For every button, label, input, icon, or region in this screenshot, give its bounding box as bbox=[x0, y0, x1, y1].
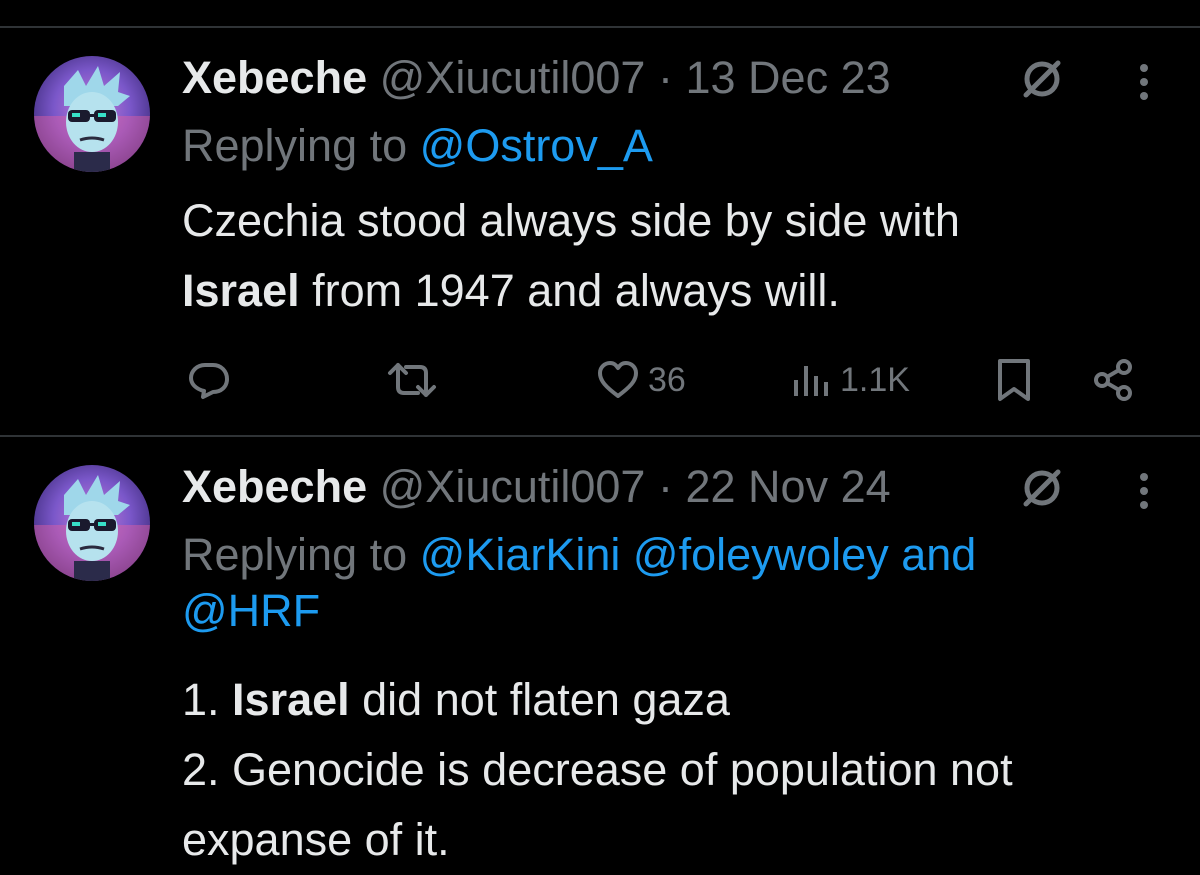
separator-dot: · bbox=[657, 52, 673, 103]
text-span: from 1947 and always will. bbox=[299, 265, 840, 316]
replying-prefix: Replying to bbox=[182, 120, 420, 171]
share-icon bbox=[1094, 359, 1132, 401]
replying-to: Replying to @Ostrov_A bbox=[182, 118, 653, 174]
like-count: 36 bbox=[648, 360, 686, 399]
avatar[interactable] bbox=[34, 465, 150, 581]
tweet-text-line: Israel from 1947 and always will. bbox=[182, 256, 1172, 326]
bold-text: Israel bbox=[232, 674, 350, 725]
like-button[interactable]: 36 bbox=[596, 350, 686, 410]
separator-dot: · bbox=[657, 461, 673, 512]
tweet-2[interactable]: Xebeche @Xiucutil007 · 22 Nov 24 Replyin… bbox=[0, 437, 1200, 871]
replying-prefix: Replying to bbox=[182, 529, 420, 580]
retweet-button[interactable] bbox=[386, 350, 438, 410]
more-options-icon[interactable] bbox=[1124, 58, 1164, 102]
timestamp[interactable]: 22 Nov 24 bbox=[685, 461, 890, 512]
user-handle[interactable]: @Xiucutil007 bbox=[380, 461, 646, 512]
mention-link[interactable]: @Ostrov_A bbox=[420, 120, 653, 171]
mention-link[interactable]: @foleywoley bbox=[633, 529, 889, 580]
mention-link[interactable]: @KiarKini bbox=[420, 529, 621, 580]
action-bar: 36 1.1K bbox=[0, 350, 1200, 410]
user-handle[interactable]: @Xiucutil007 bbox=[380, 52, 646, 103]
muted-conversation-icon bbox=[1020, 466, 1064, 510]
tweet-text-line: expanse of it. bbox=[182, 814, 450, 865]
display-name[interactable]: Xebeche bbox=[182, 461, 367, 512]
text-span: 1. bbox=[182, 674, 233, 725]
heart-icon bbox=[598, 361, 638, 398]
bookmark-button[interactable] bbox=[996, 350, 1032, 410]
mention-joiner: and bbox=[888, 529, 977, 580]
tweet-text: 1. Israel did not flaten gaza 2. Genocid… bbox=[182, 665, 1172, 875]
avatar[interactable] bbox=[34, 56, 150, 172]
muted-conversation-icon bbox=[1020, 57, 1064, 101]
bold-text: Israel bbox=[182, 265, 300, 316]
more-options-icon[interactable] bbox=[1124, 467, 1164, 511]
view-count: 1.1K bbox=[840, 360, 910, 399]
tweet-text-line: 1. Israel did not flaten gaza bbox=[182, 665, 1172, 735]
tweet-header: Xebeche @Xiucutil007 · 22 Nov 24 bbox=[182, 459, 891, 515]
mention-link[interactable]: @HRF bbox=[182, 585, 320, 636]
views-button[interactable]: 1.1K bbox=[790, 350, 910, 410]
retweet-icon bbox=[388, 363, 436, 397]
tweet-1[interactable]: Xebeche @Xiucutil007 · 13 Dec 23 Replyin… bbox=[0, 28, 1200, 435]
views-icon bbox=[794, 366, 828, 396]
bookmark-icon bbox=[998, 359, 1030, 401]
share-button[interactable] bbox=[1090, 350, 1136, 410]
reply-button[interactable] bbox=[186, 350, 232, 410]
replying-to: Replying to @KiarKini @foleywoley and @HR… bbox=[182, 527, 1142, 639]
display-name[interactable]: Xebeche bbox=[182, 52, 367, 103]
tweet-text: Czechia stood always side by side with I… bbox=[182, 186, 1172, 326]
timestamp[interactable]: 13 Dec 23 bbox=[685, 52, 890, 103]
reply-icon bbox=[189, 363, 229, 399]
text-span: did not flaten gaza bbox=[349, 674, 730, 725]
tweet-text-line: 2. Genocide is decrease of population no… bbox=[182, 744, 1013, 795]
tweet-text-line: Czechia stood always side by side with bbox=[182, 195, 960, 246]
tweet-header: Xebeche @Xiucutil007 · 13 Dec 23 bbox=[182, 50, 891, 106]
